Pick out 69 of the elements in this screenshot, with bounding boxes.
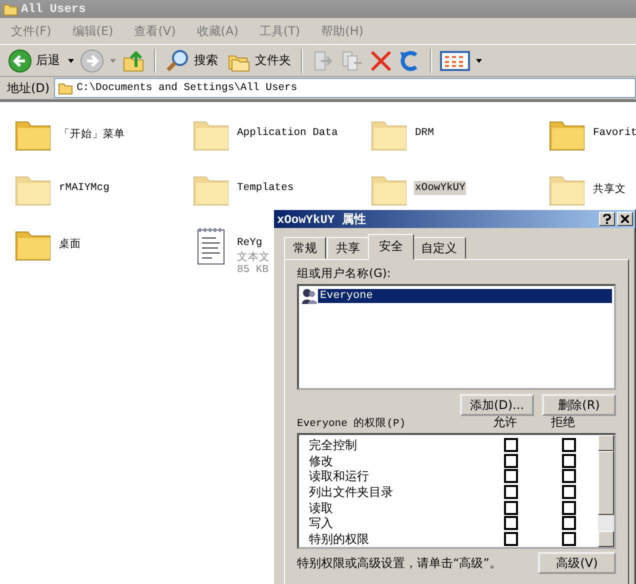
question-mark-icon — [603, 214, 611, 224]
scroll-down-button[interactable] — [598, 531, 614, 547]
file-name[interactable]: 「开始」菜单 — [58, 126, 126, 142]
address-label: 地址(D) — [6, 80, 51, 96]
permission-name: 读取和运行 — [309, 469, 370, 484]
checkbox[interactable] — [504, 454, 518, 468]
checkbox[interactable] — [504, 532, 518, 546]
folders-button[interactable]: 文件夹 — [225, 48, 293, 72]
scrollbar[interactable] — [598, 435, 614, 547]
permission-name: 列出文件夹目录 — [309, 484, 394, 499]
dialog-button[interactable]: 删除(R) — [542, 394, 616, 416]
column-header: 允许 — [492, 414, 518, 431]
address-field[interactable]: C:\Documents and Settings\All Users — [54, 78, 636, 98]
checkbox[interactable] — [562, 469, 576, 484]
tab[interactable]: 自定义 — [412, 237, 466, 259]
tab[interactable]: 常规 — [284, 237, 326, 259]
checkbox[interactable] — [562, 500, 576, 515]
permission-name: 特别的权限 — [309, 532, 370, 546]
checkbox[interactable] — [504, 500, 518, 515]
users-icon — [301, 288, 317, 304]
permissions-label: Everyone 的权限(P) — [297, 416, 407, 430]
file-name[interactable]: 桌面 — [58, 236, 82, 252]
group-label: 组或用户名称(G): — [297, 266, 392, 281]
dialog-button[interactable]: 添加(D)... — [460, 394, 534, 416]
file-size: 85 KB — [236, 264, 270, 276]
file-name[interactable]: Templates — [236, 181, 295, 195]
users-list[interactable]: Everyone — [297, 284, 616, 390]
file-type: 文本文 — [236, 250, 270, 264]
file-name[interactable]: Favorit — [592, 126, 636, 140]
checkbox[interactable] — [504, 516, 518, 530]
advanced-hint: 特别权限或高级设置，请单击“高级”。 — [297, 554, 502, 572]
file-name[interactable]: DRM — [414, 126, 435, 140]
column-header: 拒绝 — [550, 414, 576, 431]
help-button[interactable] — [599, 212, 615, 226]
permission-name: 完全控制 — [309, 438, 358, 452]
folder-icon — [58, 81, 73, 95]
file-name[interactable]: xOowYkUY — [414, 181, 466, 195]
advanced-button[interactable]: 高级(V) — [538, 552, 616, 574]
checkbox[interactable] — [562, 532, 576, 546]
close-button[interactable] — [617, 212, 633, 226]
close-icon — [621, 215, 629, 223]
back-button[interactable]: 后退 — [6, 48, 62, 72]
permission-name: 写入 — [309, 516, 334, 530]
scroll-up-button[interactable] — [598, 435, 614, 451]
checkbox[interactable] — [562, 454, 576, 468]
tab[interactable]: 安全 — [368, 234, 414, 260]
checkbox[interactable] — [562, 438, 576, 452]
checkbox[interactable] — [562, 516, 576, 530]
checkbox[interactable] — [504, 438, 518, 452]
permission-name: 读取 — [309, 500, 334, 515]
user-item[interactable]: Everyone — [318, 288, 612, 302]
file-name[interactable]: rMAIYMcg — [58, 181, 110, 195]
delete-icon[interactable] — [369, 48, 393, 72]
folder-icon — [3, 2, 18, 16]
file-name[interactable]: ReYg — [236, 236, 264, 250]
window-title: All Users — [21, 2, 86, 16]
file-name[interactable]: 共享文 — [592, 181, 627, 197]
views-icon[interactable] — [440, 50, 470, 72]
search-button[interactable]: 搜索 — [164, 48, 220, 72]
checkbox[interactable] — [504, 469, 518, 484]
file-name[interactable]: Application Data — [236, 126, 339, 140]
dialog-title: xOowYkUY 属性 — [277, 212, 366, 228]
scroll-thumb[interactable] — [598, 451, 614, 515]
caret-icon[interactable] — [475, 58, 483, 64]
caret-icon[interactable] — [67, 58, 75, 64]
permission-name: 修改 — [309, 454, 334, 468]
checkbox[interactable] — [562, 484, 576, 499]
search-icon — [166, 48, 190, 72]
checkbox[interactable] — [504, 484, 518, 499]
